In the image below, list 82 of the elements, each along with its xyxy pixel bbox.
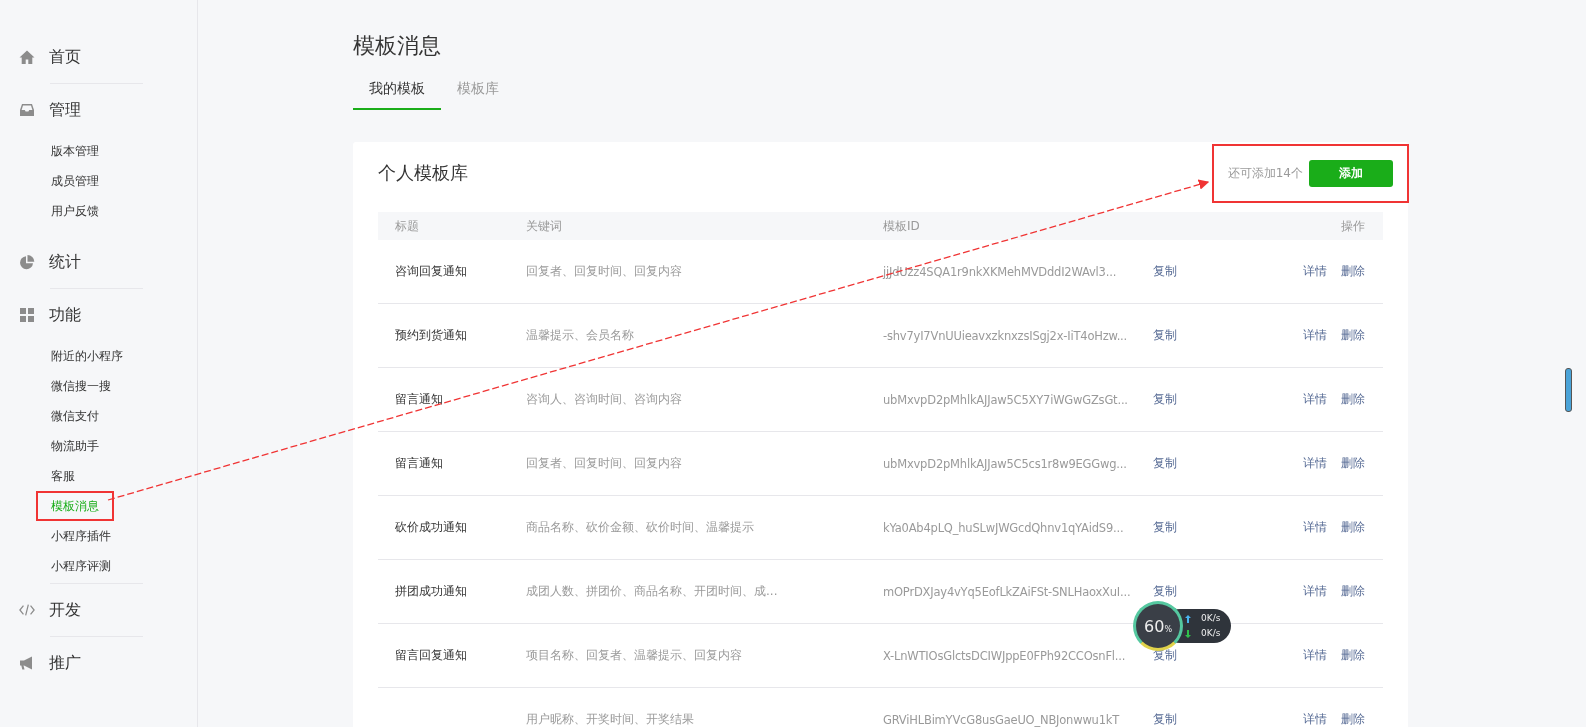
- inbox-icon: [19, 102, 35, 118]
- nav-heading[interactable]: 功能: [49, 304, 81, 326]
- table-cell: mOPrDXJay4vYq5EofLkZAiFSt-SNLHaoxXuI...: [883, 584, 1131, 599]
- table-cell: 温馨提示、会员名称: [526, 328, 634, 342]
- column-header: 关键词: [526, 217, 563, 235]
- nav-heading[interactable]: 开发: [49, 599, 81, 621]
- delete-link[interactable]: 删除: [1341, 711, 1365, 727]
- nav-heading[interactable]: 管理: [49, 99, 81, 121]
- tab[interactable]: 我的模板: [353, 80, 441, 110]
- table-cell: GRViHLBimYVcG8usGaeUO_NBJonwwu1kT: [883, 712, 1120, 727]
- card-title: 个人模板库: [378, 161, 468, 185]
- remaining-count: 还可添加14个: [1227, 164, 1303, 182]
- table-cell: 砍价成功通知: [395, 520, 467, 534]
- copy-link[interactable]: 复制: [1153, 712, 1177, 726]
- table-cell: 成团人数、拼团价、商品名称、开团时间、成...: [526, 584, 778, 598]
- nav-item[interactable]: 附近的小程序: [36, 341, 138, 371]
- copy-link[interactable]: 复制: [1153, 584, 1177, 598]
- nav-item[interactable]: 版本管理: [36, 136, 114, 166]
- table-cell: 回复者、回复时间、回复内容: [526, 264, 682, 278]
- nav-heading[interactable]: 统计: [49, 251, 81, 273]
- table-cell: 预约到货通知: [395, 328, 467, 342]
- page-title: 模板消息: [353, 32, 442, 60]
- nav-item[interactable]: 物流助手: [36, 431, 114, 461]
- table-cell: ubMxvpD2pMhlkAJJaw5C5XY7iWGwGZsGt...: [883, 392, 1128, 407]
- delete-link[interactable]: 删除: [1341, 391, 1365, 408]
- detail-link[interactable]: 详情: [1303, 711, 1327, 727]
- detail-link[interactable]: 详情: [1303, 647, 1327, 664]
- grid-icon: [19, 307, 35, 323]
- nav-item[interactable]: 用户反馈: [36, 196, 114, 226]
- table-cell: -shv7yI7VnUUieavxzknxzsISgj2x-IiT4oHzw...: [883, 328, 1128, 343]
- nav-item[interactable]: 客服: [36, 461, 90, 491]
- download-arrow-icon: [1185, 629, 1191, 638]
- table-cell: 用户昵称、开奖时间、开奖结果: [526, 712, 694, 726]
- copy-link[interactable]: 复制: [1153, 328, 1177, 342]
- table-cell: X-LnWTIOsGlctsDCIWJppE0FPh92CCOsnFl...: [883, 648, 1126, 663]
- home-icon: [19, 49, 35, 65]
- detail-link[interactable]: 详情: [1303, 327, 1327, 344]
- usage-percent: 60%: [1144, 616, 1172, 636]
- table-cell: 咨询回复通知: [395, 264, 467, 278]
- nav-heading[interactable]: 推广: [49, 652, 81, 674]
- upload-arrow-icon: [1185, 614, 1191, 623]
- table-cell: 拼团成功通知: [395, 584, 467, 598]
- column-header: 模板ID: [883, 217, 921, 235]
- delete-link[interactable]: 删除: [1341, 583, 1365, 600]
- detail-link[interactable]: 详情: [1303, 455, 1327, 472]
- copy-link[interactable]: 复制: [1153, 648, 1177, 662]
- nav-heading[interactable]: 首页: [49, 46, 81, 68]
- detail-link[interactable]: 详情: [1303, 519, 1327, 536]
- nav-item[interactable]: 微信搜一搜: [36, 371, 126, 401]
- code-icon: [19, 602, 35, 618]
- scrollbar-thumb[interactable]: [1565, 368, 1572, 412]
- copy-link[interactable]: 复制: [1153, 264, 1177, 278]
- nav-item[interactable]: 小程序插件: [36, 521, 126, 551]
- column-header: 操作: [1340, 217, 1366, 235]
- detail-link[interactable]: 详情: [1303, 391, 1327, 408]
- table-cell: 留言通知: [395, 392, 443, 406]
- detail-link[interactable]: 详情: [1303, 583, 1327, 600]
- table-cell: 留言回复通知: [395, 648, 467, 662]
- delete-link[interactable]: 删除: [1341, 519, 1365, 536]
- table-cell: 咨询人、咨询时间、咨询内容: [526, 392, 682, 406]
- nav-item[interactable]: 微信支付: [36, 401, 114, 431]
- table-cell: 商品名称、砍价金额、砍价时间、温馨提示: [526, 520, 754, 534]
- delete-link[interactable]: 删除: [1341, 263, 1365, 280]
- copy-link[interactable]: 复制: [1153, 520, 1177, 534]
- table-cell: 留言通知: [395, 456, 443, 470]
- table-cell: 回复者、回复时间、回复内容: [526, 456, 682, 470]
- nav-item[interactable]: 成员管理: [36, 166, 114, 196]
- table-cell: kYa0Ab4pLQ_huSLwJWGcdQhnv1qYAidS9...: [883, 520, 1124, 535]
- delete-link[interactable]: 删除: [1341, 327, 1365, 344]
- copy-link[interactable]: 复制: [1153, 392, 1177, 406]
- table-cell: 项目名称、回复者、温馨提示、回复内容: [526, 648, 742, 662]
- column-header: 标题: [394, 217, 420, 235]
- table-cell: ubMxvpD2pMhlkAJJaw5C5cs1r8w9EGGwg...: [883, 456, 1127, 471]
- upload-speed: 0K/s: [1201, 612, 1221, 625]
- nav-item[interactable]: 小程序评测: [36, 551, 126, 581]
- copy-link[interactable]: 复制: [1153, 456, 1177, 470]
- delete-link[interactable]: 删除: [1341, 647, 1365, 664]
- download-speed: 0K/s: [1201, 627, 1221, 640]
- pie-chart-icon: [19, 254, 35, 270]
- detail-link[interactable]: 详情: [1303, 263, 1327, 280]
- megaphone-icon: [19, 655, 35, 671]
- delete-link[interactable]: 删除: [1341, 455, 1365, 472]
